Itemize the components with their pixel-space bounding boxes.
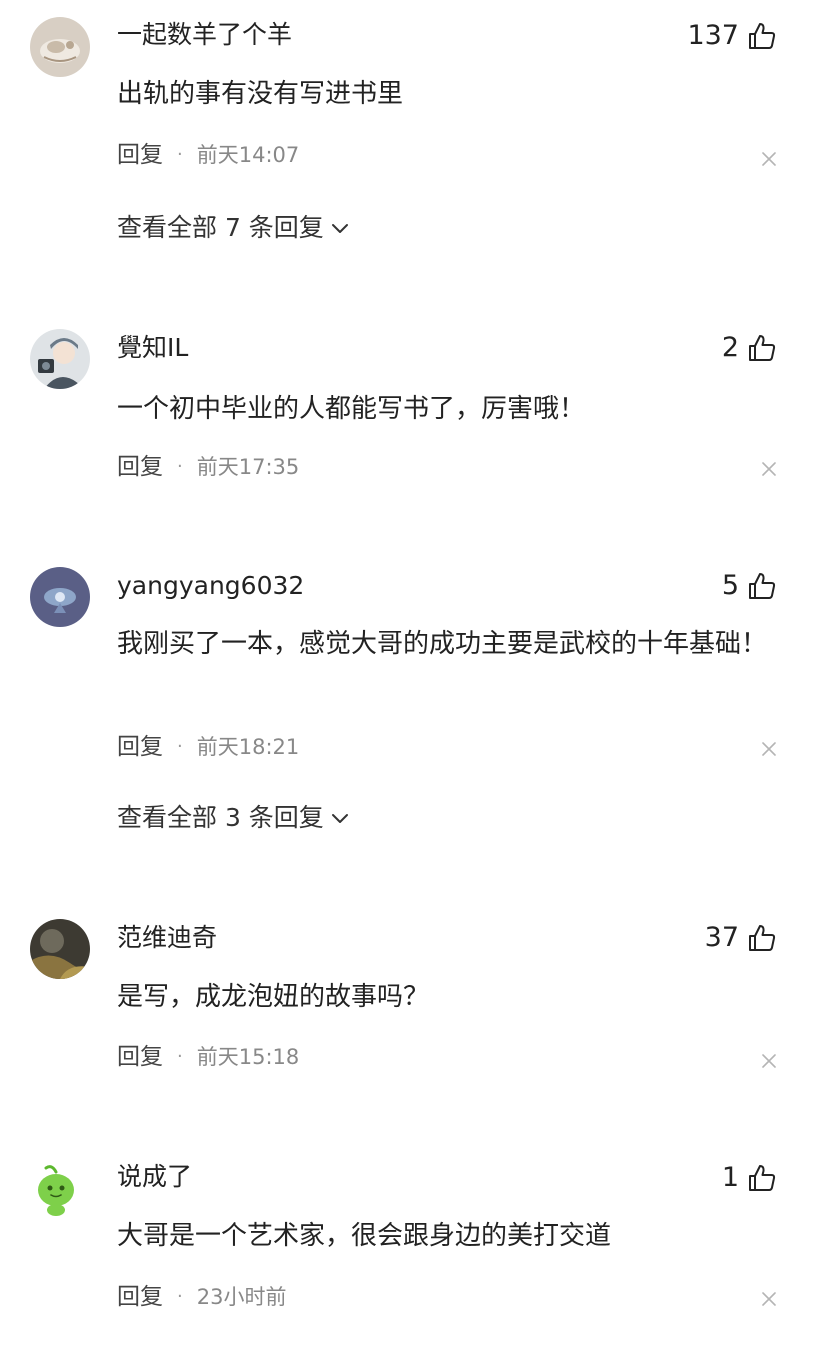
chevron-down-icon xyxy=(331,224,348,233)
comment-meta: 回复 · 前天18:21 xyxy=(117,732,299,762)
comment-meta: 回复 · 前天17:35 xyxy=(117,452,299,482)
reply-button[interactable]: 回复 xyxy=(117,452,163,482)
comment-text: 一个初中毕业的人都能写书了，厉害哦！ xyxy=(117,394,586,424)
avatar[interactable] xyxy=(30,329,90,389)
like-count: 5 xyxy=(721,570,739,601)
like-count: 37 xyxy=(704,922,739,953)
thumbs-up-icon[interactable] xyxy=(747,1163,777,1193)
username[interactable]: 一起数羊了个羊 xyxy=(117,20,292,50)
username[interactable]: 说成了 xyxy=(117,1162,192,1192)
close-icon[interactable] xyxy=(760,460,778,478)
view-all-replies-label: 查看全部 7 条回复 xyxy=(117,213,324,242)
comment-meta: 回复 · 前天15:18 xyxy=(117,1042,299,1072)
avatar-image xyxy=(30,17,90,77)
view-all-replies-button[interactable]: 查看全部 7 条回复 xyxy=(117,212,350,244)
like-count: 137 xyxy=(687,20,739,51)
timestamp: 前天18:21 xyxy=(196,735,300,759)
close-icon[interactable] xyxy=(760,740,778,758)
close-icon[interactable] xyxy=(760,150,778,168)
avatar[interactable] xyxy=(30,919,90,979)
username[interactable]: yangyang6032 xyxy=(117,571,304,601)
comment-text: 是写，成龙泡妞的故事吗？ xyxy=(117,982,430,1012)
comment-meta: 回复 · 前天14:07 xyxy=(117,140,299,170)
thumbs-up-icon[interactable] xyxy=(747,21,777,51)
thumbs-up-icon[interactable] xyxy=(747,571,777,601)
separator-dot: · xyxy=(177,736,183,757)
avatar[interactable] xyxy=(30,1160,90,1220)
reply-button[interactable]: 回复 xyxy=(117,140,163,170)
comment-text: 大哥是一个艺术家，很会跟身边的美打交道 xyxy=(117,1221,612,1251)
like-button[interactable]: 137 xyxy=(687,19,777,53)
thumbs-up-icon[interactable] xyxy=(747,923,777,953)
reply-button[interactable]: 回复 xyxy=(117,1282,163,1312)
close-icon[interactable] xyxy=(760,1290,778,1308)
avatar-image xyxy=(30,919,90,979)
avatar[interactable] xyxy=(30,567,90,627)
avatar-image xyxy=(30,567,90,627)
separator-dot: · xyxy=(177,1286,183,1307)
separator-dot: · xyxy=(177,1046,183,1067)
like-button[interactable]: 37 xyxy=(705,921,777,955)
like-button[interactable]: 2 xyxy=(722,331,777,365)
close-icon[interactable] xyxy=(760,1052,778,1070)
timestamp: 23小时前 xyxy=(196,1285,287,1309)
like-count: 2 xyxy=(721,332,739,363)
timestamp: 前天14:07 xyxy=(196,143,300,167)
separator-dot: · xyxy=(177,144,183,165)
view-all-replies-button[interactable]: 查看全部 3 条回复 xyxy=(117,802,350,834)
timestamp: 前天17:35 xyxy=(196,455,300,479)
reply-button[interactable]: 回复 xyxy=(117,732,163,762)
comment-meta: 回复 · 23小时前 xyxy=(117,1282,286,1312)
chevron-down-icon xyxy=(331,814,348,823)
avatar-image xyxy=(30,1160,90,1220)
comment-text: 我刚买了一本，感觉大哥的成功主要是武校的十年基础！ xyxy=(117,629,768,659)
view-all-replies-label: 查看全部 3 条回复 xyxy=(117,803,324,832)
username[interactable]: 范维迪奇 xyxy=(117,923,217,953)
thumbs-up-icon[interactable] xyxy=(747,333,777,363)
like-count: 1 xyxy=(721,1162,739,1193)
like-button[interactable]: 5 xyxy=(722,569,777,603)
username[interactable]: 覺知IL xyxy=(117,333,188,363)
timestamp: 前天15:18 xyxy=(196,1045,300,1069)
avatar[interactable] xyxy=(30,17,90,77)
like-button[interactable]: 1 xyxy=(722,1161,777,1195)
avatar-image xyxy=(30,329,90,389)
separator-dot: · xyxy=(177,456,183,477)
reply-button[interactable]: 回复 xyxy=(117,1042,163,1072)
comment-text: 出轨的事有没有写进书里 xyxy=(117,79,404,109)
